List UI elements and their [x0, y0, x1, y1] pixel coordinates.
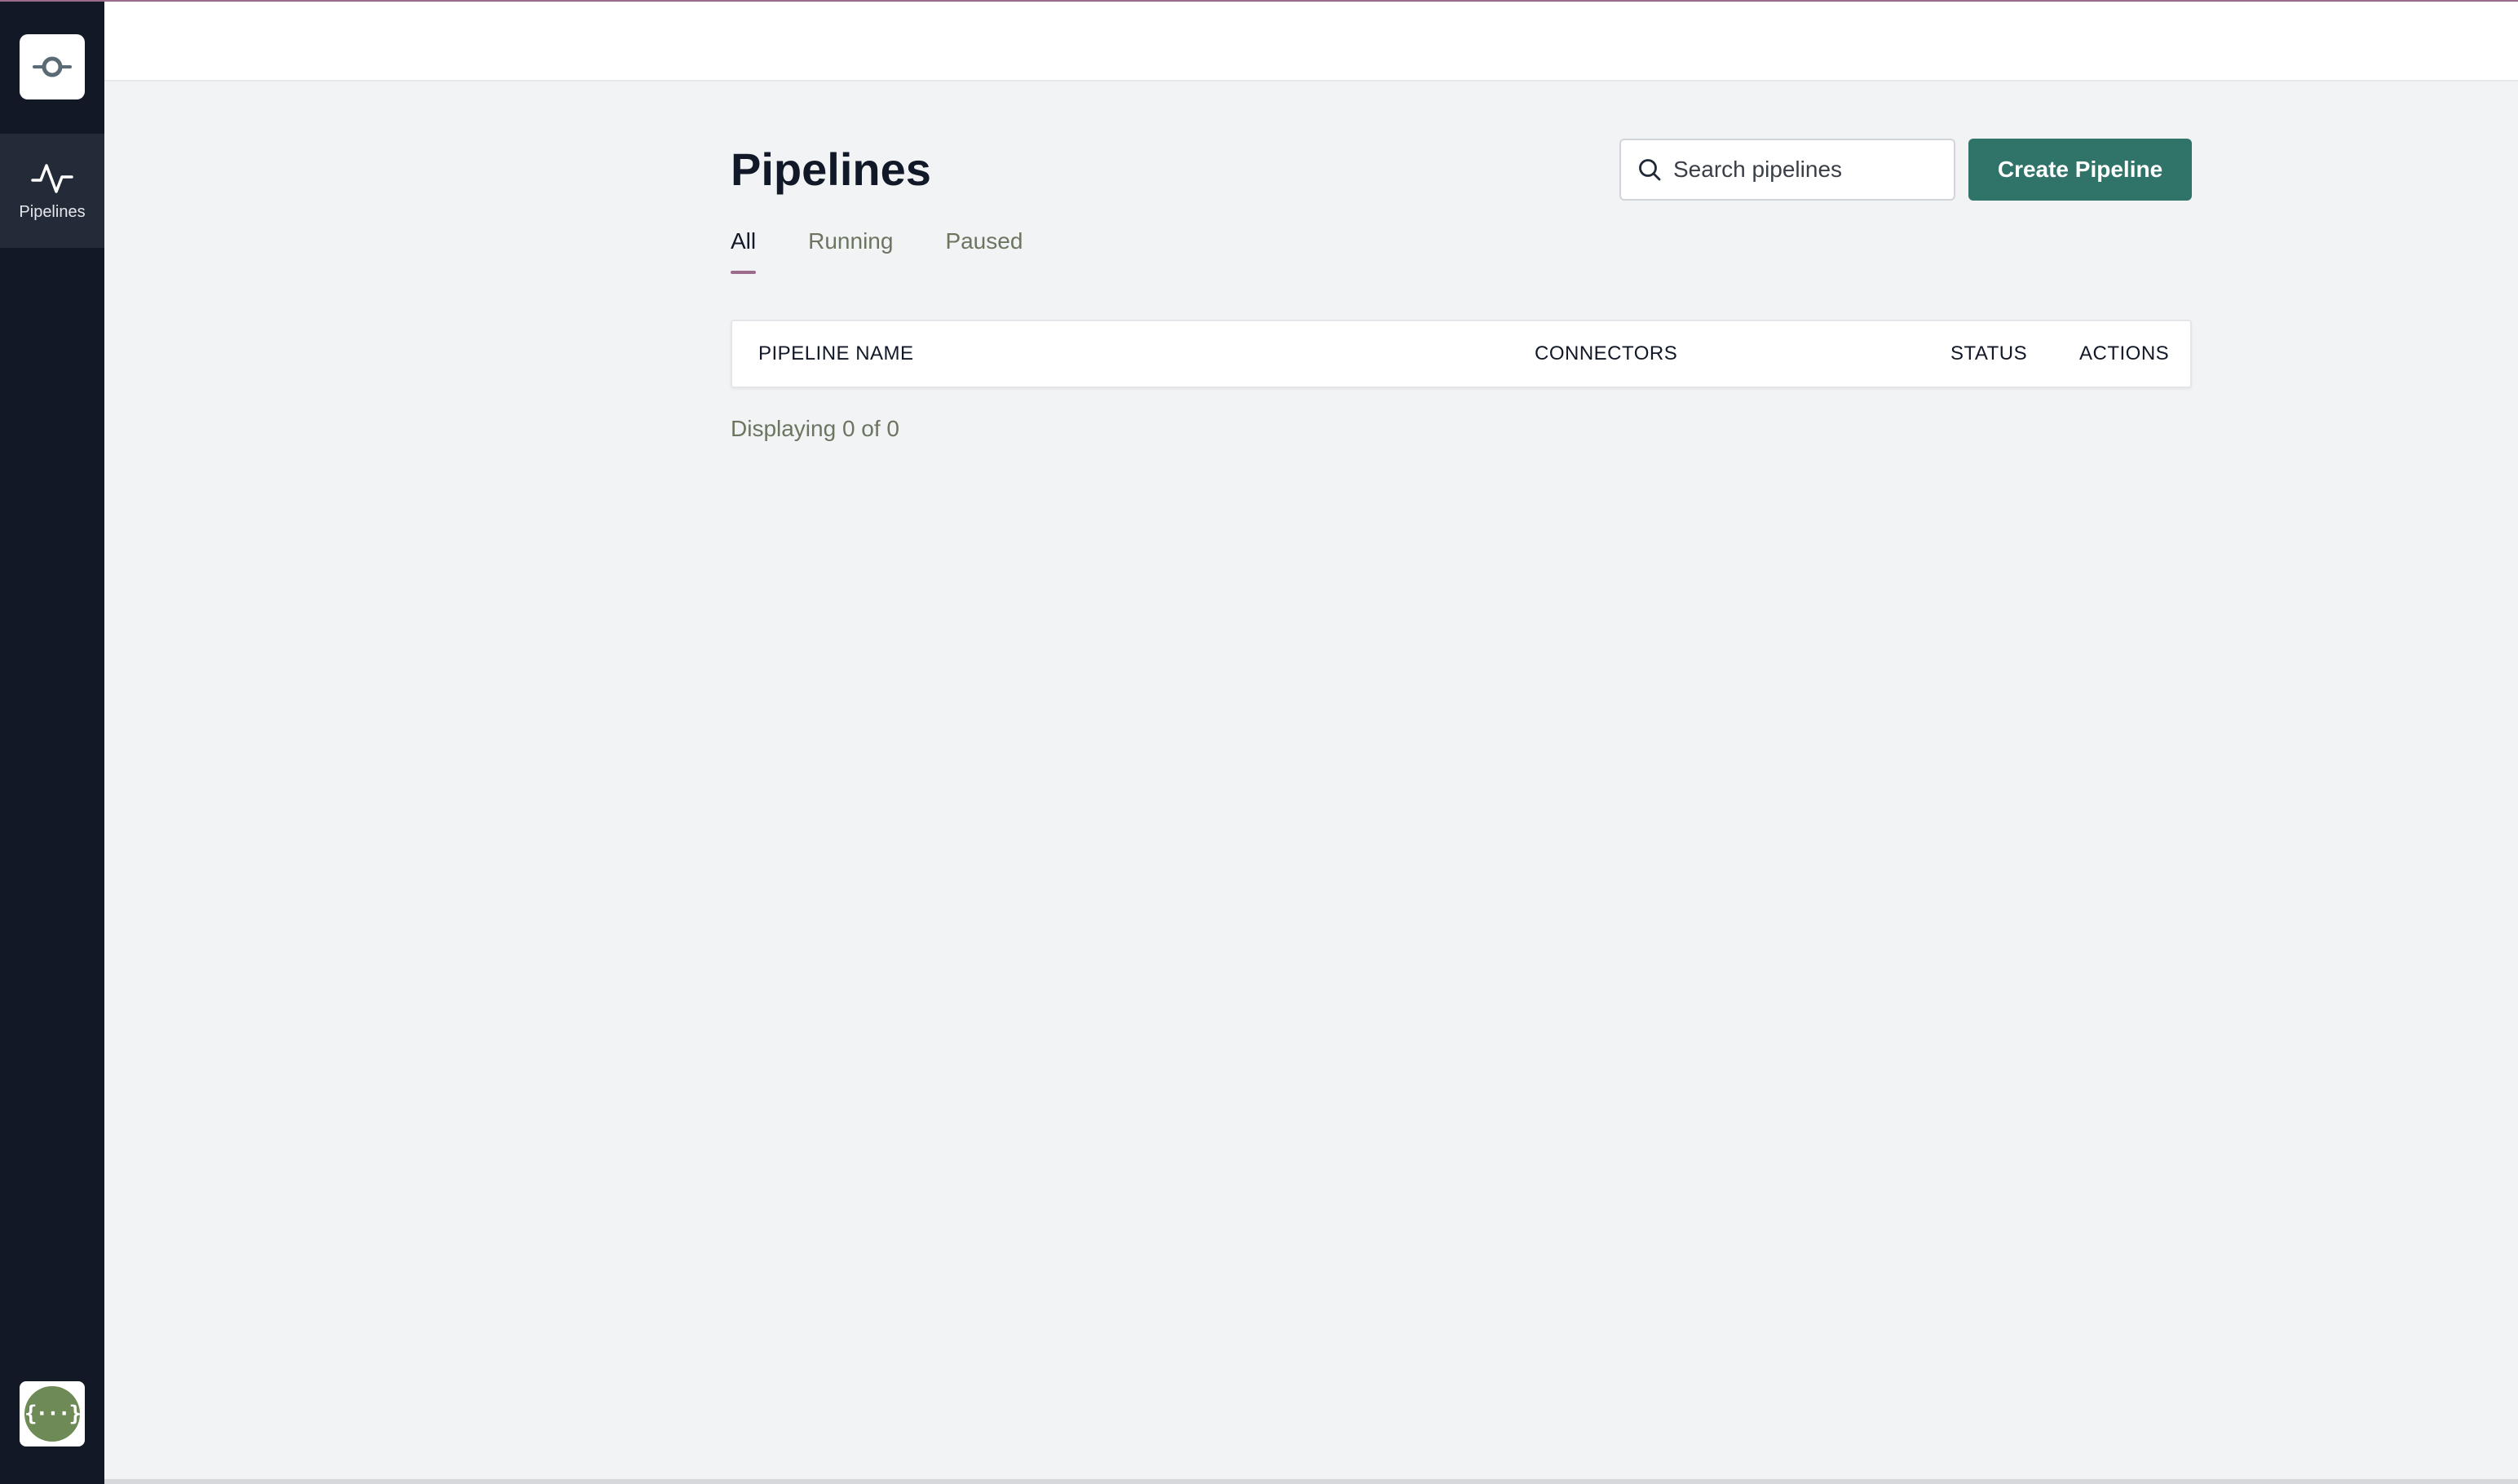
user-avatar[interactable]: {···} — [20, 1381, 85, 1446]
search-input[interactable] — [1673, 157, 1942, 183]
sidebar-item-label: Pipelines — [19, 202, 86, 221]
create-pipeline-button[interactable]: Create Pipeline — [1968, 139, 2192, 201]
pipeline-tabs: All Running Paused — [731, 228, 1075, 274]
top-header — [104, 2, 2518, 82]
tab-all[interactable]: All — [731, 228, 757, 274]
search-box[interactable] — [1619, 139, 1955, 201]
braces-avatar-icon: {···} — [24, 1386, 82, 1442]
sidebar: Pipelines {···} — [0, 0, 104, 1484]
pipeline-node-icon — [33, 56, 72, 77]
tab-running[interactable]: Running — [808, 228, 893, 274]
top-accent-bar — [0, 0, 2518, 2]
column-header-pipeline-name: PIPELINE NAME — [758, 342, 914, 364]
activity-pulse-icon — [31, 163, 73, 193]
bottom-edge — [104, 1479, 2518, 1484]
page-title: Pipelines — [731, 144, 931, 195]
pagination-summary: Displaying 0 of 0 — [731, 416, 900, 441]
search-icon — [1639, 159, 1661, 181]
app-logo[interactable] — [20, 34, 85, 99]
tab-paused[interactable]: Paused — [945, 228, 1023, 274]
column-header-status: STATUS — [1950, 342, 2028, 364]
app-root: Pipelines {···} Pipelines Create Pipelin… — [0, 0, 2518, 1484]
column-header-actions: ACTIONS — [2079, 342, 2170, 364]
pipelines-table: PIPELINE NAME CONNECTORS STATUS ACTIONS — [731, 320, 2192, 388]
sidebar-item-pipelines[interactable]: Pipelines — [0, 134, 104, 248]
column-header-connectors: CONNECTORS — [1535, 342, 1678, 364]
